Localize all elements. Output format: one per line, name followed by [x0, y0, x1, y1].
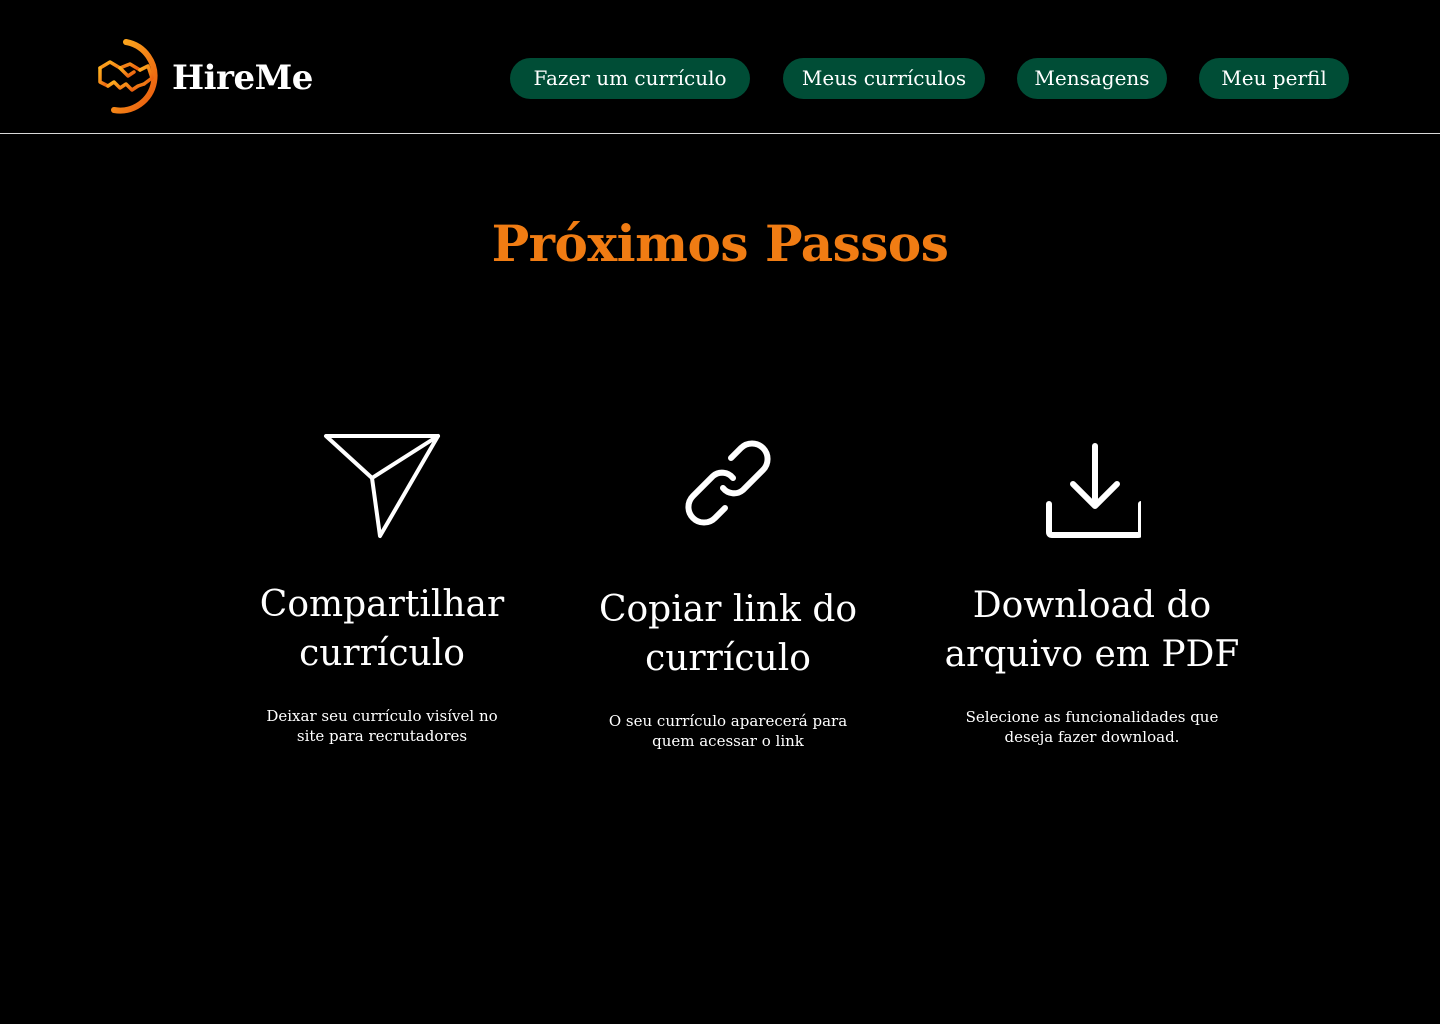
copy-link-title-line2: currículo: [645, 638, 811, 679]
header: HireMe Fazer um currículo Meus currículo…: [0, 0, 1440, 134]
copy-link-description: O seu currículo aparecerá para quem aces…: [608, 712, 848, 750]
download-pdf-title-line2: arquivo em PDF: [944, 634, 1240, 675]
page: HireMe Fazer um currículo Meus currículo…: [0, 0, 1440, 1024]
download-pdf-title-line1: Download do: [972, 585, 1212, 626]
copy-link-option[interactable]: Copiar link do currículo O seu currículo…: [568, 430, 888, 751]
share-resume-description: Deixar seu currículo visível no site par…: [266, 707, 498, 745]
copy-link-title: Copiar link do currículo: [568, 585, 888, 683]
nav-my-resumes-button[interactable]: Meus currículos: [783, 58, 985, 99]
page-title: Próximos Passos: [491, 214, 949, 273]
nav-profile-button[interactable]: Meu perfil: [1199, 58, 1349, 99]
nav-messages-button[interactable]: Mensagens: [1017, 58, 1167, 99]
link-icon: [685, 440, 771, 526]
download-pdf-description: Selecione as funcionalidades que deseja …: [965, 708, 1219, 746]
share-resume-option[interactable]: Compartilhar currículo Deixar seu curríc…: [222, 430, 542, 746]
share-resume-title-line1: Compartilhar: [259, 584, 505, 625]
nav-create-resume-button[interactable]: Fazer um currículo: [510, 58, 750, 99]
share-resume-title-line2: currículo: [299, 633, 465, 674]
download-icon: [1046, 443, 1141, 538]
download-pdf-option[interactable]: Download do arquivo em PDF Selecione as …: [932, 442, 1252, 747]
main-nav: Fazer um currículo Meus currículos Mensa…: [0, 58, 1440, 100]
send-icon: [324, 434, 440, 538]
download-pdf-title: Download do arquivo em PDF: [932, 581, 1252, 679]
copy-link-title-line1: Copiar link do: [598, 589, 858, 630]
share-resume-title: Compartilhar currículo: [222, 580, 542, 678]
